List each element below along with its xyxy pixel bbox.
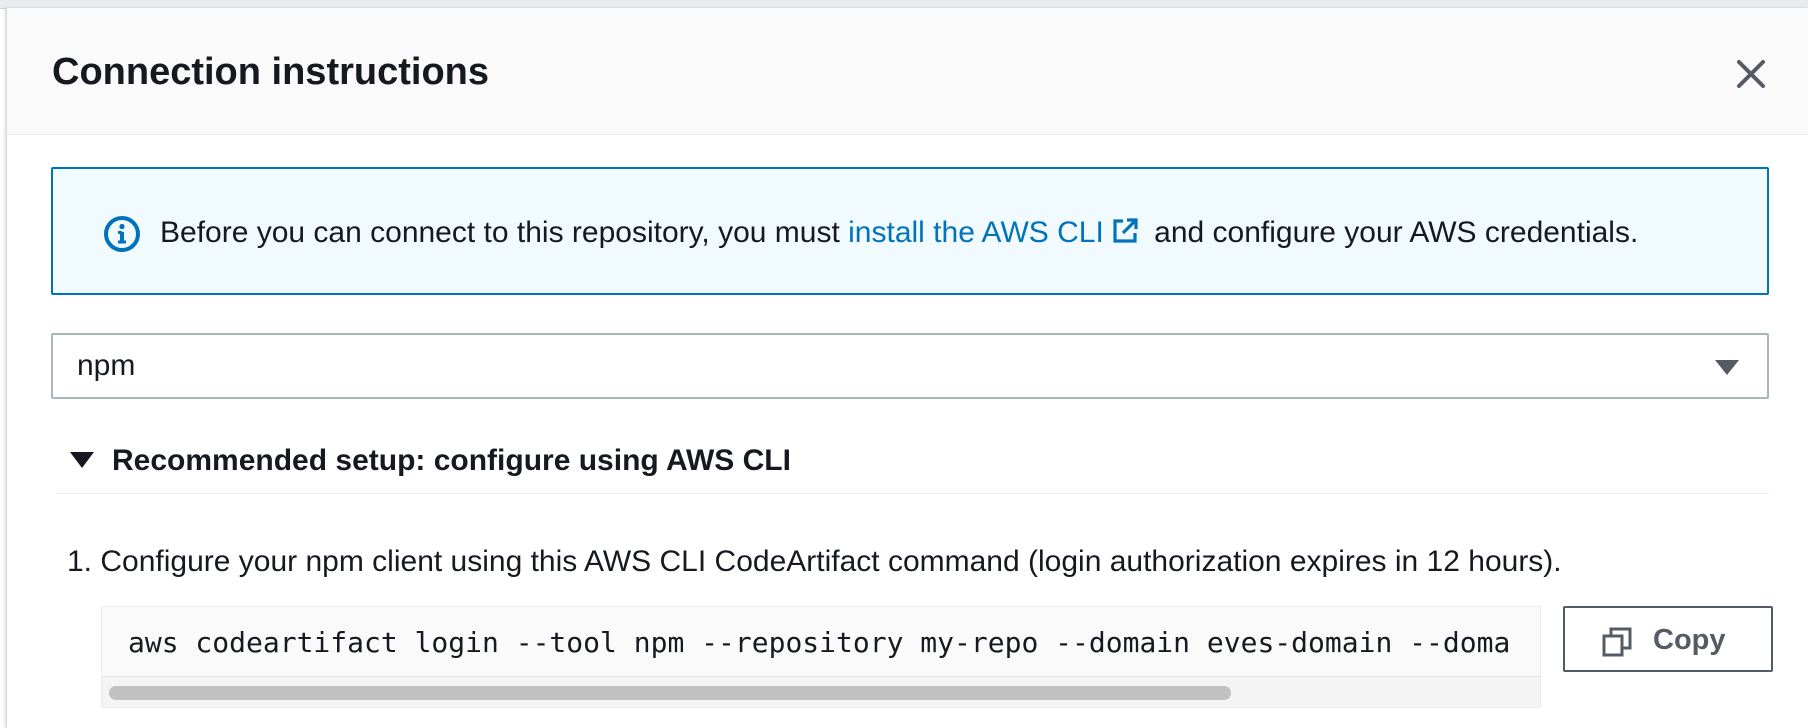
info-text-before: Before you can connect to this repositor… [160, 216, 840, 249]
info-text-after: and configure your AWS credentials. [1154, 216, 1639, 249]
caret-down-icon [70, 452, 94, 468]
copy-button-label: Copy [1653, 624, 1726, 656]
close-icon [1737, 60, 1765, 88]
command-code-block: aws codeartifact login --tool npm --repo… [101, 606, 1541, 708]
copy-button[interactable]: Copy [1563, 606, 1773, 672]
cli-command-text: aws codeartifact login --tool npm --repo… [128, 626, 1511, 659]
step-number: 1. [67, 545, 93, 578]
modal-header: Connection instructions [7, 8, 1808, 135]
connection-instructions-modal: Connection instructions Before you can c… [6, 8, 1808, 728]
scrollbar-thumb[interactable] [109, 686, 1231, 700]
info-alert: Before you can connect to this repositor… [51, 167, 1769, 295]
install-aws-cli-link[interactable]: install the AWS CLI [848, 216, 1146, 249]
info-message: Before you can connect to this repositor… [160, 214, 1638, 252]
install-aws-cli-link-text: install the AWS CLI [848, 216, 1104, 249]
close-button[interactable] [1727, 50, 1775, 98]
step-1-instruction: 1. Configure your npm client using this … [67, 543, 1562, 581]
step-text: Configure your npm client using this AWS… [100, 545, 1562, 578]
recommended-setup-expander[interactable]: Recommended setup: configure using AWS C… [57, 433, 1769, 494]
info-icon [104, 216, 140, 252]
package-manager-select[interactable]: npm [51, 333, 1769, 399]
copy-icon [1602, 627, 1632, 657]
package-manager-select-value: npm [77, 349, 136, 382]
modal-title: Connection instructions [52, 51, 489, 93]
external-link-icon [1113, 218, 1138, 243]
caret-down-icon [1715, 360, 1739, 375]
horizontal-scrollbar[interactable] [102, 676, 1540, 707]
expander-label: Recommended setup: configure using AWS C… [112, 444, 791, 477]
